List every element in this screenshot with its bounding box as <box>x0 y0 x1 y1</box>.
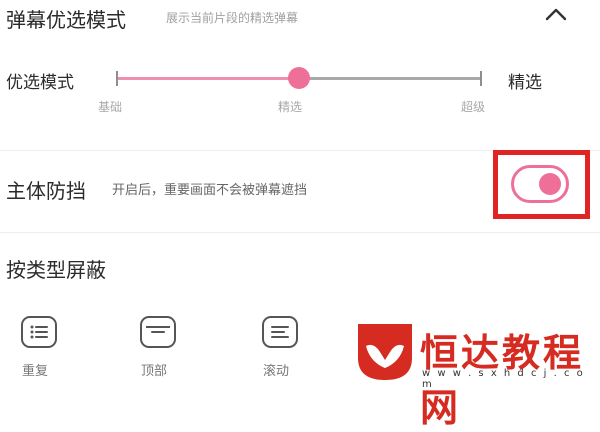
section-title: 弹幕优选模式 <box>6 8 126 32</box>
slider-fill <box>116 77 299 80</box>
tick-label-select: 精选 <box>278 100 303 114</box>
chevron-up-icon[interactable] <box>542 2 570 28</box>
filter-label-top: 顶部 <box>141 364 168 379</box>
toggle-knob <box>539 173 561 195</box>
slider-label: 优选模式 <box>6 73 74 93</box>
filter-title: 按类型屏蔽 <box>6 258 106 282</box>
tick-label-super: 超级 <box>461 100 486 114</box>
quality-slider[interactable] <box>116 67 482 89</box>
slider-thumb[interactable] <box>288 67 310 89</box>
toggle-description: 开启后，重要画面不会被弹幕遮挡 <box>112 183 308 198</box>
slider-tick-start <box>116 71 118 86</box>
tick-label-basic: 基础 <box>98 100 123 114</box>
watermark-url: w w w . s x h d c j . c o m <box>422 368 585 390</box>
slider-tick-end <box>480 71 482 86</box>
divider <box>0 232 600 233</box>
filter-label-scroll: 滚动 <box>263 364 290 379</box>
scroll-icon[interactable] <box>262 316 298 348</box>
toggle-label: 主体防挡 <box>6 179 86 203</box>
slider-current-value: 精选 <box>508 73 542 93</box>
top-bar-icon[interactable] <box>140 316 176 348</box>
list-icon[interactable] <box>21 316 57 348</box>
filter-label-repeat: 重复 <box>22 364 49 379</box>
anti-block-toggle[interactable] <box>511 165 569 203</box>
section-subtitle: 展示当前片段的精选弹幕 <box>166 11 299 25</box>
watermark-logo-icon <box>352 318 418 384</box>
